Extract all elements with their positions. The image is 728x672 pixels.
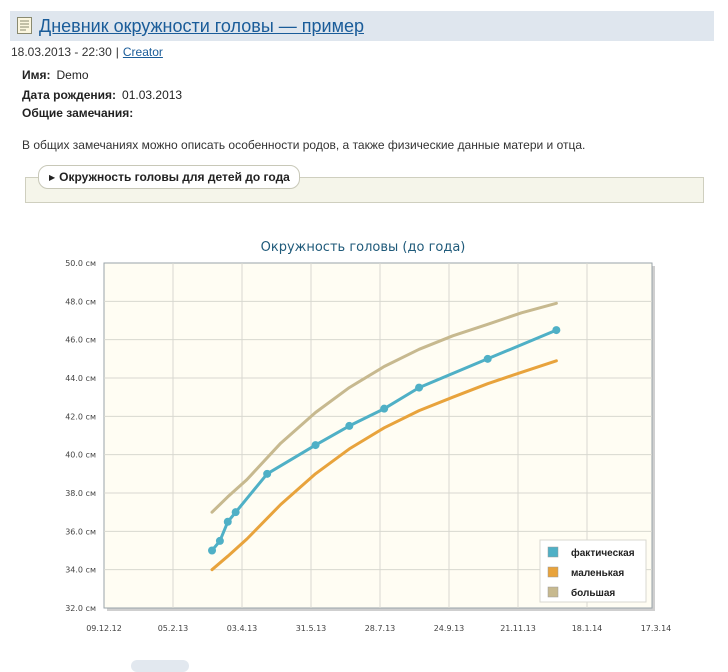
collapsible-toggle[interactable]: ▶ Окружность головы для детей до года xyxy=(38,165,300,189)
y-tick-label: 42.0 см xyxy=(65,412,96,421)
y-tick-label: 46.0 см xyxy=(65,336,96,345)
triangle-right-icon: ▶ xyxy=(49,173,56,182)
collapsible-label: Окружность головы для детей до года xyxy=(59,170,290,184)
x-tick-label: 21.11.13 xyxy=(500,624,536,633)
data-point xyxy=(345,421,354,430)
data-point xyxy=(552,326,561,335)
y-tick-label: 44.0 см xyxy=(65,374,96,383)
legend-label: большая xyxy=(571,587,615,599)
data-point xyxy=(380,404,389,413)
data-point xyxy=(215,536,224,545)
y-tick-label: 34.0 см xyxy=(65,566,96,575)
field-birthdate: Дата рождения: 01.03.2013 xyxy=(22,88,182,102)
field-remarks: Общие замечания: xyxy=(22,106,139,120)
field-name-value: Demo xyxy=(56,68,89,82)
field-birthdate-value: 01.03.2013 xyxy=(122,88,183,102)
field-name-label: Имя: xyxy=(22,68,51,82)
y-tick-label: 50.0 см xyxy=(65,259,96,268)
data-point xyxy=(415,383,424,392)
post-date: 18.03.2013 - 22:30 xyxy=(11,45,112,59)
data-point xyxy=(483,354,492,363)
document-icon xyxy=(17,17,32,34)
y-tick-label: 40.0 см xyxy=(65,451,96,460)
head-circumference-chart: Окружность головы (до года) 32.0 см 34.0 с… xyxy=(65,240,672,633)
x-tick-label: 24.9.13 xyxy=(434,624,465,633)
legend-swatch xyxy=(547,586,559,598)
x-tick-label: 09.12.12 xyxy=(86,624,122,633)
meta-separator: | xyxy=(115,45,119,59)
title-bar: Дневник окружности головы — пример xyxy=(10,11,714,41)
legend-swatch xyxy=(547,566,559,578)
y-tick-label: 48.0 см xyxy=(65,297,96,306)
x-tick-label: 18.1.14 xyxy=(572,624,603,633)
x-tick-label: 03.4.13 xyxy=(227,624,258,633)
author-link[interactable]: Creator xyxy=(123,45,163,59)
post-title-link[interactable]: Дневник окружности головы — пример xyxy=(39,16,364,37)
chart-title: Окружность головы (до года) xyxy=(261,240,466,255)
remarks-note: В общих замечаниях можно описать особенн… xyxy=(22,138,586,152)
field-remarks-label: Общие замечания: xyxy=(22,106,134,120)
legend-swatch xyxy=(547,546,559,558)
data-point xyxy=(208,546,217,555)
data-point xyxy=(223,517,232,526)
x-tick-label: 28.7.13 xyxy=(365,624,396,633)
bottom-tab[interactable] xyxy=(131,660,189,672)
data-point xyxy=(311,441,320,450)
y-tick-label: 38.0 см xyxy=(65,489,96,498)
data-point xyxy=(231,508,240,517)
x-tick-label: 17.3.14 xyxy=(641,624,672,633)
legend-label: маленькая xyxy=(571,568,624,579)
field-name: Имя: Demo xyxy=(22,68,89,82)
y-tick-label: 32.0 см xyxy=(65,604,96,613)
post-meta: 18.03.2013 - 22:30 | Creator xyxy=(11,45,163,59)
field-birthdate-label: Дата рождения: xyxy=(22,88,117,102)
x-tick-label: 05.2.13 xyxy=(158,624,189,633)
legend-label: фактическая xyxy=(571,547,635,559)
x-tick-label: 31.5.13 xyxy=(296,624,327,633)
y-tick-label: 36.0 см xyxy=(65,527,96,536)
data-point xyxy=(263,469,272,478)
